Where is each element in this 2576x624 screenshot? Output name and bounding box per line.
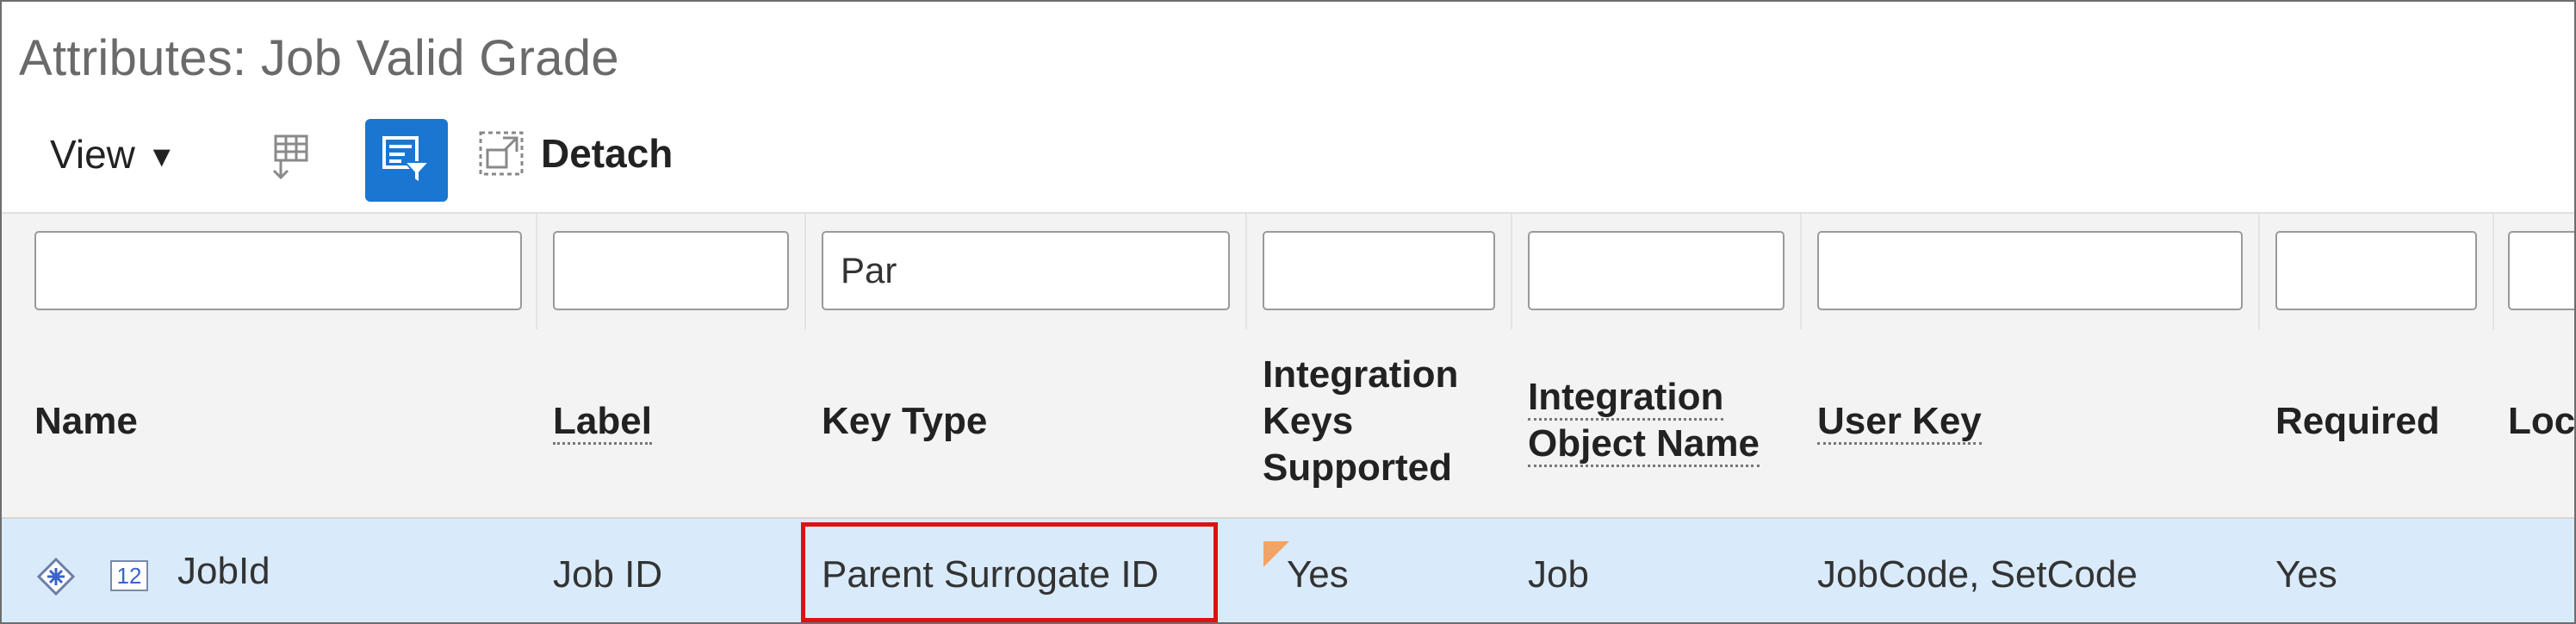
primary-key-icon [36, 557, 76, 596]
integration-object-name-filter-input[interactable] [1528, 231, 1785, 310]
panel-title: Attributes: Job Valid Grade [19, 30, 619, 86]
column-separator [2492, 214, 2494, 329]
column-header-label[interactable]: Label [553, 398, 652, 445]
row-required: Yes [2275, 553, 2337, 596]
column-header-integration-keys-supported[interactable]: Integration Keys Supported [1263, 352, 1458, 491]
freeze-columns-icon[interactable] [260, 129, 315, 184]
user-key-filter-input[interactable] [1817, 231, 2243, 310]
column-header-user-key[interactable]: User Key [1817, 398, 1982, 445]
filter-row [2, 212, 2574, 331]
row-integration-keys-supported: Yes [1287, 553, 1349, 596]
table-header-row: Name Label Key Type Integration Keys Sup… [2, 329, 2574, 519]
column-header-integration-object-name[interactable]: Integration Object Name [1528, 374, 1760, 467]
key-type-filter-input[interactable] [822, 231, 1230, 310]
column-header-key-type[interactable]: Key Type [822, 398, 987, 445]
label-filter-input[interactable] [553, 231, 789, 310]
row-label: Job ID [553, 553, 663, 596]
number-type-icon: 12 [110, 560, 148, 591]
column-separator [1800, 214, 1802, 329]
integration-keys-supported-filter-input[interactable] [1263, 231, 1495, 310]
detach-label: Detach [541, 131, 673, 176]
column-header-name[interactable]: Name [34, 398, 138, 445]
column-separator [2258, 214, 2260, 329]
toolbar: View ▼ Detach [2, 119, 2574, 202]
table-row[interactable]: 12 JobId Job ID Parent Surrogate ID Yes … [2, 519, 2574, 622]
row-name: JobId [177, 550, 270, 592]
column-header-loc[interactable]: Loc [2508, 398, 2574, 445]
query-by-example-icon [382, 136, 431, 184]
row-integration-object-name: Job [1528, 553, 1589, 596]
detach-icon [479, 131, 524, 176]
column-separator [536, 214, 537, 329]
view-menu-label: View [50, 132, 135, 177]
caret-down-icon: ▼ [146, 140, 177, 173]
column-separator [1511, 214, 1512, 329]
change-indicator-icon [1263, 541, 1289, 567]
required-filter-input[interactable] [2275, 231, 2477, 310]
row-user-key: JobCode, SetCode [1817, 553, 2138, 596]
loc-filter-input[interactable] [2508, 231, 2574, 310]
detach-button[interactable]: Detach [477, 129, 673, 178]
view-menu-button[interactable]: View ▼ [50, 131, 177, 178]
highlight-annotation [801, 522, 1218, 622]
attributes-panel: Attributes: Job Valid Grade View ▼ Detac… [0, 0, 2576, 624]
query-by-example-button[interactable] [365, 119, 448, 202]
column-separator [1245, 214, 1247, 329]
column-separator [804, 214, 806, 329]
column-header-required[interactable]: Required [2275, 398, 2440, 445]
name-filter-input[interactable] [34, 231, 522, 310]
